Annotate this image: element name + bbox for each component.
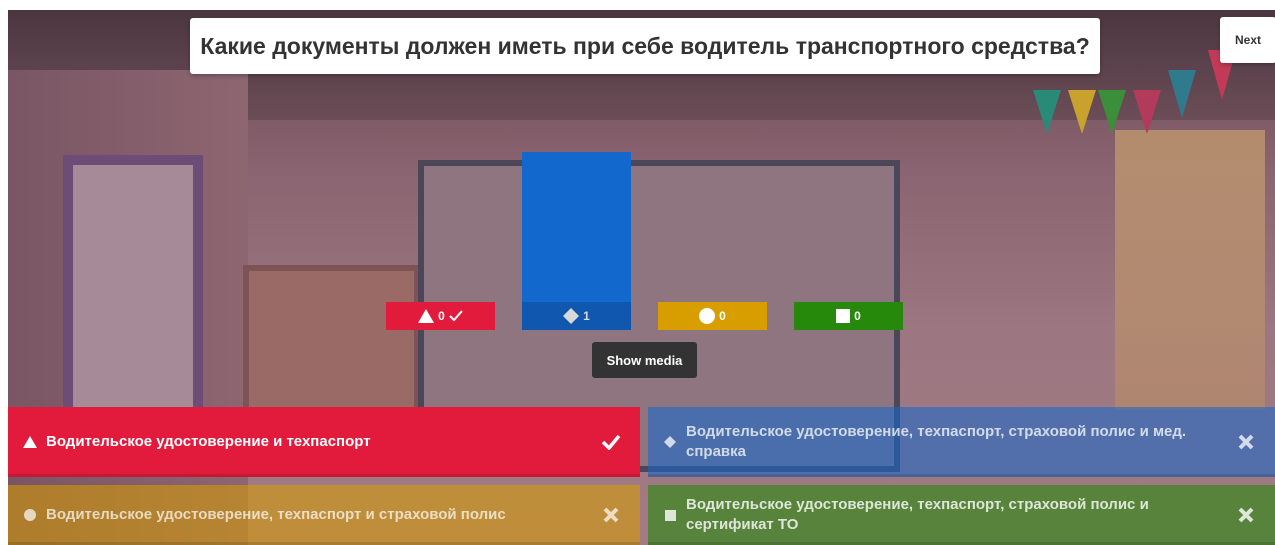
square-icon xyxy=(660,509,680,521)
answer-text: Водительское удостоверение и техпаспорт xyxy=(46,433,371,450)
bunting-flag xyxy=(1133,90,1161,134)
cross-icon xyxy=(1235,433,1257,451)
circle-icon xyxy=(20,509,40,521)
answer-square: Водительское удостоверение, техпаспорт, … xyxy=(648,485,1275,545)
triangle-icon xyxy=(20,436,40,448)
show-media-button[interactable]: Show media xyxy=(592,342,697,378)
answer-text: Водительское удостоверение, техпаспорт и… xyxy=(46,506,506,523)
answer-circle: Водительское удостоверение, техпаспорт и… xyxy=(8,485,640,545)
game-stage: Какие документы должен иметь при себе во… xyxy=(8,10,1275,545)
background-window-right xyxy=(1115,130,1265,410)
cross-icon xyxy=(1235,506,1257,524)
cross-icon xyxy=(600,506,622,524)
bunting-flag xyxy=(1033,90,1061,134)
question-title: Какие документы должен иметь при себе во… xyxy=(190,18,1100,74)
answer-text: Водительское удостоверение, техпаспорт, … xyxy=(686,423,1187,460)
diamond-icon xyxy=(660,436,680,448)
bunting-flag xyxy=(1168,70,1196,118)
bunting-flag xyxy=(1068,90,1096,134)
bunting-flag xyxy=(1098,90,1126,134)
background-window xyxy=(63,155,203,435)
answer-diamond: Водительское удостоверение, техпаспорт, … xyxy=(648,407,1275,477)
answer-triangle: Водительское удостоверение и техпаспорт xyxy=(8,407,640,477)
check-icon xyxy=(600,434,622,450)
answer-text: Водительское удостоверение, техпаспорт, … xyxy=(686,496,1149,533)
next-button[interactable]: Next xyxy=(1220,17,1275,63)
